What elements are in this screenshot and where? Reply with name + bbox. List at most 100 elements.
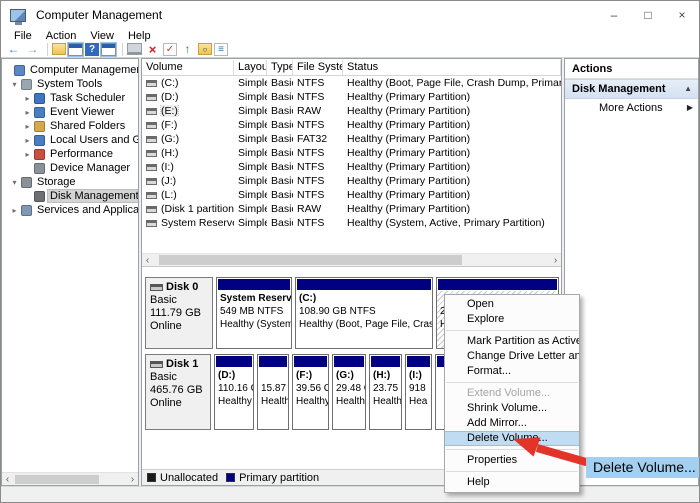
menu-bar-item[interactable]: Help	[121, 30, 158, 42]
console-window-icon[interactable]	[101, 43, 116, 56]
minimize-button[interactable]: –	[597, 1, 631, 29]
context-menu-item[interactable]: Shrink Volume...	[445, 401, 579, 416]
volume-row[interactable]: (F:) Simple Basic NTFS Healthy (Primary …	[142, 118, 561, 132]
tree-item[interactable]: Computer Management (Local	[2, 63, 138, 77]
services-applications-icon	[21, 205, 32, 216]
shared-folders-icon	[34, 121, 45, 132]
volume-row[interactable]: (I:) Simple Basic NTFS Healthy (Primary …	[142, 160, 561, 174]
menu-bar-item[interactable]: Action	[39, 30, 84, 42]
tree-item[interactable]: ▾ Storage	[2, 175, 138, 189]
scroll-right-icon[interactable]: ›	[127, 474, 138, 485]
volume-row[interactable]: (Disk 1 partition 2) Simple Basic RAW He…	[142, 202, 561, 216]
volume-row[interactable]: (H:) Simple Basic NTFS Healthy (Primary …	[142, 146, 561, 160]
more-actions-item[interactable]: More Actions ▶	[565, 99, 698, 117]
context-menu-item[interactable]: Format...	[445, 364, 579, 379]
volume-icon	[146, 178, 157, 185]
context-menu-item[interactable]: Add Mirror...	[445, 416, 579, 431]
maximize-button[interactable]: □	[631, 1, 665, 29]
legend-item: Primary partition	[226, 472, 319, 484]
properties-icon[interactable]: ≡	[214, 43, 228, 56]
partition-size: 918	[409, 382, 428, 395]
console-window-icon[interactable]	[68, 43, 83, 56]
context-menu-item[interactable]: Explore	[445, 312, 579, 327]
scroll-right-icon[interactable]: ›	[550, 255, 561, 266]
search-folder-icon[interactable]: ○	[198, 43, 212, 55]
actions-section-disk-management[interactable]: Disk Management ▲	[565, 79, 698, 99]
volume-list-horizontal-scrollbar[interactable]: ‹ ›	[142, 253, 561, 267]
tree-chevron-icon[interactable]: ▸	[22, 150, 33, 159]
context-menu-item[interactable]: Extend Volume...	[445, 386, 579, 401]
partition-status: Healthy	[373, 395, 398, 408]
tree-chevron-icon[interactable]: ▸	[22, 94, 33, 103]
volume-row[interactable]: (D:) Simple Basic NTFS Healthy (Primary …	[142, 90, 561, 104]
up-folder-icon[interactable]	[52, 43, 66, 55]
tree-item[interactable]: Device Manager	[2, 161, 138, 175]
forward-icon[interactable]: →	[24, 42, 41, 57]
scroll-left-icon[interactable]: ‹	[142, 255, 153, 266]
tree-item[interactable]: ▸ Task Scheduler	[2, 91, 138, 105]
column-header-status[interactable]: Status	[343, 60, 561, 75]
volume-row[interactable]: System Reserved (K:) Simple Basic NTFS H…	[142, 216, 561, 230]
partition-box[interactable]: 15.87 ( Health	[257, 354, 289, 430]
volume-name: (Disk 1 partition 2)	[161, 203, 234, 215]
help-icon[interactable]: ?	[85, 43, 99, 56]
title-bar: Computer Management – □ ×	[1, 1, 699, 29]
partition-box[interactable]: System Reserve 549 MB NTFS Healthy (Syst…	[216, 277, 292, 349]
scrollbar-thumb[interactable]	[15, 475, 99, 484]
partition-box[interactable]: (I:) 918 Hea	[405, 354, 432, 430]
menu-bar-item[interactable]: View	[83, 30, 121, 42]
back-icon[interactable]: ←	[5, 42, 22, 57]
tree-chevron-icon[interactable]: ▾	[9, 80, 20, 89]
tree-chevron-icon[interactable]: ▸	[22, 122, 33, 131]
scrollbar-thumb[interactable]	[159, 255, 462, 265]
tree-item[interactable]: ▸ Services and Applications	[2, 203, 138, 217]
window-title: Computer Management	[32, 8, 162, 22]
up-arrow-icon[interactable]: ↑	[179, 42, 196, 57]
tree-horizontal-scrollbar[interactable]: ‹ ›	[2, 472, 138, 485]
check-icon[interactable]: ✓	[163, 43, 177, 56]
volume-row[interactable]: (G:) Simple Basic FAT32 Healthy (Primary…	[142, 132, 561, 146]
tree-item[interactable]: ▸ Local Users and Groups	[2, 133, 138, 147]
device-manager-icon	[34, 163, 45, 174]
context-menu-item[interactable]: Open	[445, 297, 579, 312]
tree-chevron-icon[interactable]: ▸	[22, 108, 33, 117]
partition-box[interactable]: (C:) 108.90 GB NTFS Healthy (Boot, Page …	[295, 277, 433, 349]
tree-chevron-icon[interactable]: ▾	[9, 178, 20, 187]
partition-box[interactable]: (F:) 39.56 G Healthy	[292, 354, 329, 430]
tree-item[interactable]: ▸ Shared Folders	[2, 119, 138, 133]
storage-icon	[21, 177, 32, 188]
column-header-volume[interactable]: Volume	[142, 60, 234, 75]
volume-row[interactable]: (E:) Simple Basic RAW Healthy (Primary P…	[142, 104, 561, 118]
partition-box[interactable]: (D:) 110.16 G Healthy	[214, 354, 254, 430]
tree-item[interactable]: ▾ System Tools	[2, 77, 138, 91]
tree-chevron-icon[interactable]: ▸	[9, 206, 20, 215]
partition-name: (H:)	[373, 369, 398, 382]
volume-row[interactable]: (L:) Simple Basic NTFS Healthy (Primary …	[142, 188, 561, 202]
tree-item-label: Storage	[35, 176, 78, 188]
volume-row[interactable]: (C:) Simple Basic NTFS Healthy (Boot, Pa…	[142, 76, 561, 90]
menu-bar-item[interactable]: File	[7, 30, 39, 42]
delete-icon[interactable]: ×	[144, 42, 161, 57]
column-header-type[interactable]: Type	[267, 60, 293, 75]
tree-chevron-icon[interactable]: ▸	[22, 136, 33, 145]
tree-item[interactable]: Disk Management	[2, 189, 138, 203]
column-header-layout[interactable]: Layout	[234, 60, 267, 75]
tree-item[interactable]: ▸ Event Viewer	[2, 105, 138, 119]
column-header-file-system[interactable]: File System	[293, 60, 343, 75]
tree-item[interactable]: ▸ Performance	[2, 147, 138, 161]
disk-1-label[interactable]: Disk 1 Basic 465.76 GB Online	[145, 354, 211, 430]
volume-row[interactable]: (J:) Simple Basic NTFS Healthy (Primary …	[142, 174, 561, 188]
context-menu-item[interactable]: Mark Partition as Active	[445, 334, 579, 349]
partition-size: 549 MB NTFS	[220, 305, 288, 318]
scroll-left-icon[interactable]: ‹	[2, 474, 13, 485]
partition-status: Health	[261, 395, 285, 408]
remote-computer-icon[interactable]	[127, 43, 142, 55]
context-menu-item[interactable]: Change Drive Letter and Paths...	[445, 349, 579, 364]
partition-box[interactable]: (G:) 29.48 G Healthy	[332, 354, 366, 430]
context-menu-item[interactable]: Help	[445, 475, 579, 490]
collapse-icon[interactable]: ▲	[684, 79, 692, 99]
close-button[interactable]: ×	[665, 1, 699, 29]
partition-box[interactable]: (H:) 23.75 G Healthy	[369, 354, 402, 430]
volume-type: Basic	[267, 189, 293, 201]
disk-0-label[interactable]: Disk 0 Basic 111.79 GB Online	[145, 277, 213, 349]
